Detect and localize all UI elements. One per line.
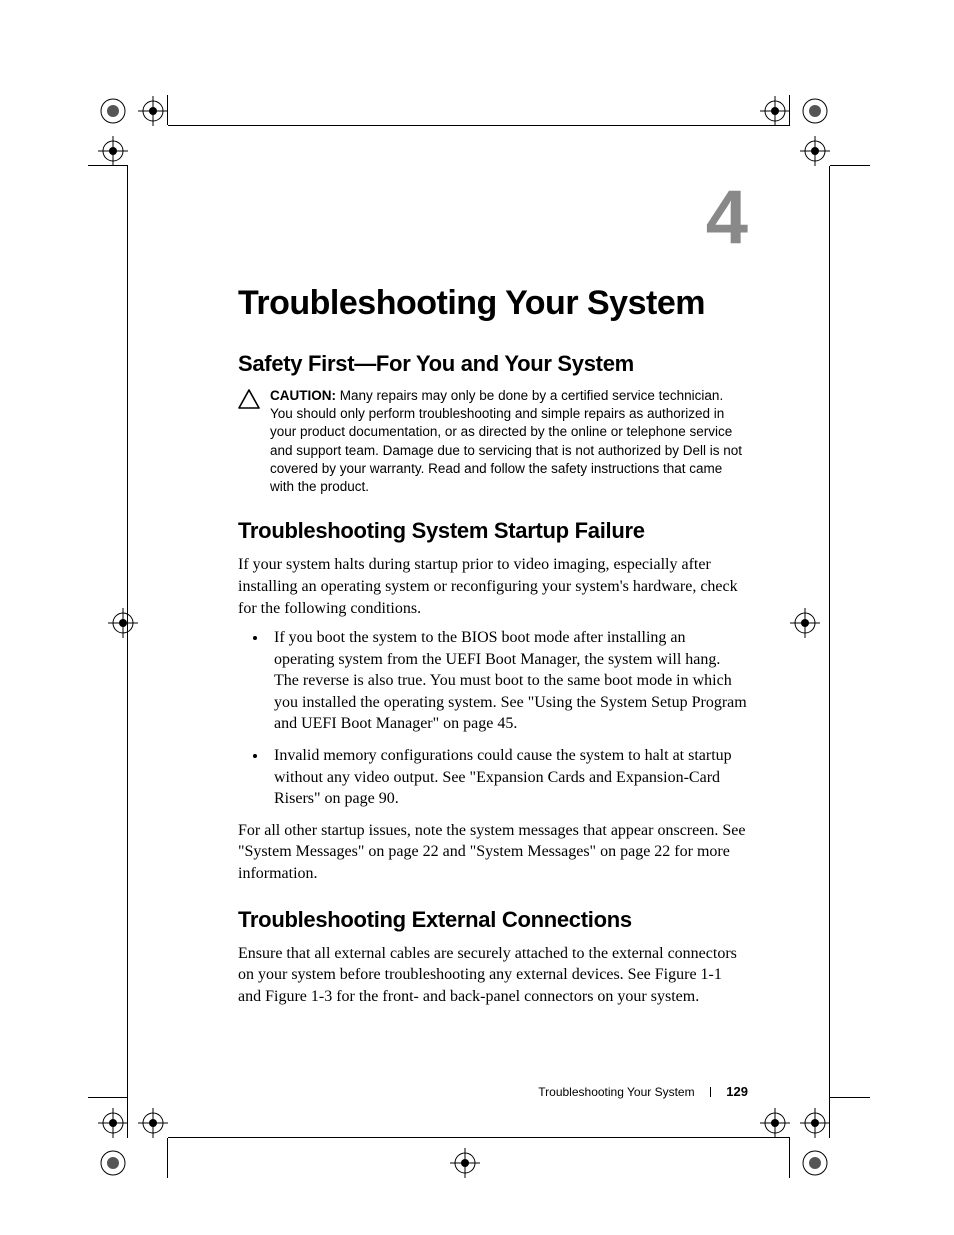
registration-mark-icon	[450, 1148, 510, 1208]
caution-text: CAUTION: Many repairs may only be done b…	[270, 387, 748, 496]
chapter-number: 4	[706, 180, 748, 256]
crop-line	[168, 1137, 790, 1138]
page-content: 4 Troubleshooting Your System Safety Fir…	[238, 180, 748, 1015]
registration-mark-icon	[98, 136, 158, 196]
section-heading-safety: Safety First—For You and Your System	[238, 351, 748, 377]
crop-line	[88, 1097, 128, 1098]
list-item: If you boot the system to the BIOS boot …	[268, 627, 748, 735]
crop-line	[830, 1097, 870, 1098]
crop-line	[168, 125, 790, 126]
caution-body: Many repairs may only be done by a certi…	[270, 388, 742, 494]
section-heading-startup: Troubleshooting System Startup Failure	[238, 518, 748, 544]
startup-intro: If your system halts during startup prio…	[238, 554, 748, 619]
section-heading-external: Troubleshooting External Connections	[238, 907, 748, 933]
list-item: Invalid memory configurations could caus…	[268, 745, 748, 810]
page-number: 129	[726, 1084, 748, 1099]
caution-triangle-icon	[238, 389, 260, 414]
startup-outro: For all other startup issues, note the s…	[238, 820, 748, 885]
caution-label: CAUTION:	[270, 388, 340, 403]
footer-separator	[710, 1087, 711, 1097]
caution-block: CAUTION: Many repairs may only be done b…	[238, 387, 748, 496]
page-footer: Troubleshooting Your System 129	[238, 1084, 748, 1099]
registration-mark-icon	[800, 1148, 860, 1208]
footer-section-label: Troubleshooting Your System	[538, 1085, 694, 1099]
registration-mark-icon	[108, 608, 168, 668]
startup-bullet-list: If you boot the system to the BIOS boot …	[238, 627, 748, 810]
page-title: Troubleshooting Your System	[238, 284, 748, 323]
registration-mark-icon	[98, 1148, 158, 1208]
registration-mark-icon	[800, 136, 860, 196]
external-body: Ensure that all external cables are secu…	[238, 943, 748, 1008]
registration-mark-icon	[790, 608, 850, 668]
